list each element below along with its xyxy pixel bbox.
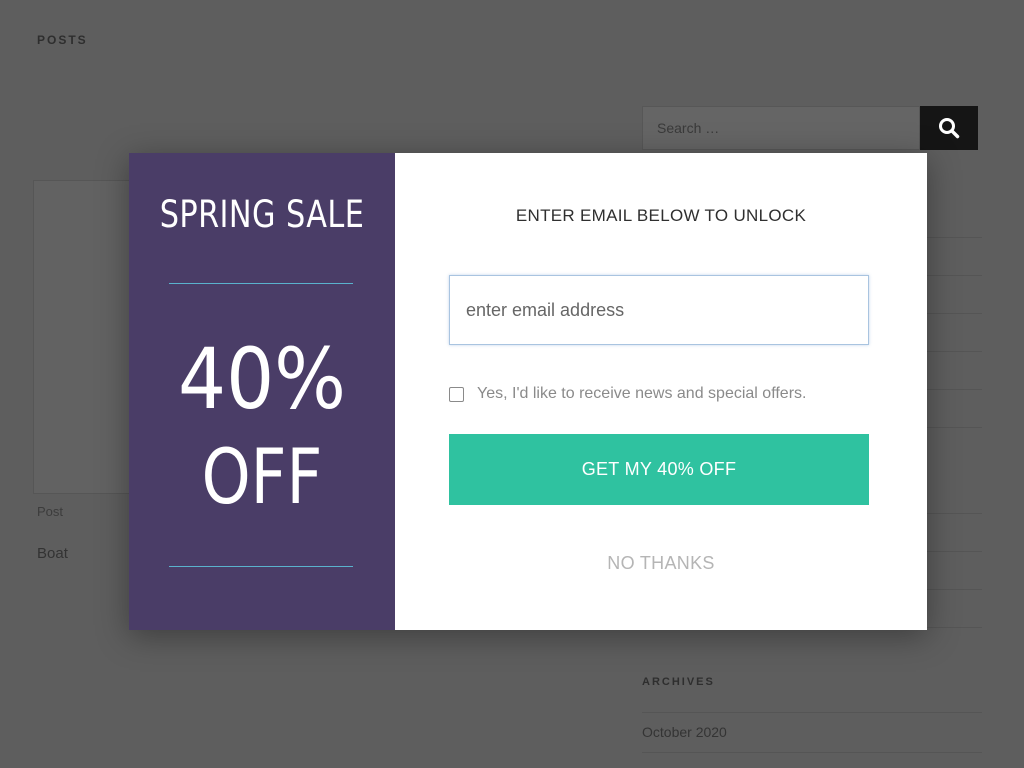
promo-discount-value: 40% xyxy=(177,330,347,428)
featured-image xyxy=(33,180,135,494)
sidebar-search-input[interactable] xyxy=(642,106,920,150)
signup-form-panel: ENTER EMAIL BELOW TO UNLOCK Yes, I'd lik… xyxy=(395,153,927,630)
promo-panel: SPRING SALE 40% OFF xyxy=(129,153,395,630)
archive-link[interactable]: October 2020 xyxy=(642,724,727,740)
promo-headline: SPRING SALE xyxy=(159,193,365,236)
sidebar-divider xyxy=(927,551,982,552)
promo-discount-suffix: OFF xyxy=(201,432,323,521)
sidebar-divider xyxy=(642,712,982,713)
posts-heading: POSTS xyxy=(37,33,88,47)
sidebar-divider xyxy=(927,237,982,238)
promo-divider-bottom xyxy=(169,566,353,567)
sidebar-divider xyxy=(927,275,982,276)
consent-label: Yes, I'd like to receive news and specia… xyxy=(477,385,807,402)
email-signup-popup: SPRING SALE 40% OFF ENTER EMAIL BELOW TO… xyxy=(129,153,927,630)
consent-checkbox[interactable] xyxy=(449,386,464,402)
sidebar-divider xyxy=(927,351,982,352)
email-input[interactable] xyxy=(449,275,869,345)
sidebar-search-button[interactable] xyxy=(920,106,978,150)
no-thanks-link[interactable]: NO THANKS xyxy=(395,553,927,574)
consent-row: Yes, I'd like to receive news and specia… xyxy=(449,385,806,403)
post-meta: Post xyxy=(37,504,64,519)
sidebar-divider xyxy=(927,389,982,390)
search-icon xyxy=(939,118,960,139)
sidebar-divider xyxy=(927,513,982,514)
get-discount-button[interactable]: GET MY 40% OFF xyxy=(449,434,869,505)
form-heading: ENTER EMAIL BELOW TO UNLOCK xyxy=(515,206,807,225)
sidebar-divider xyxy=(927,313,982,314)
sidebar-divider xyxy=(927,589,982,590)
sidebar-divider xyxy=(927,427,982,428)
sidebar-divider xyxy=(927,627,982,628)
page: POSTS Post Boat ARCHIVES October 2020 SP… xyxy=(0,0,1024,768)
post-title[interactable]: Boat xyxy=(37,545,68,562)
archives-heading: ARCHIVES xyxy=(642,676,715,688)
promo-divider-top xyxy=(169,283,353,284)
sidebar-divider xyxy=(642,752,982,753)
